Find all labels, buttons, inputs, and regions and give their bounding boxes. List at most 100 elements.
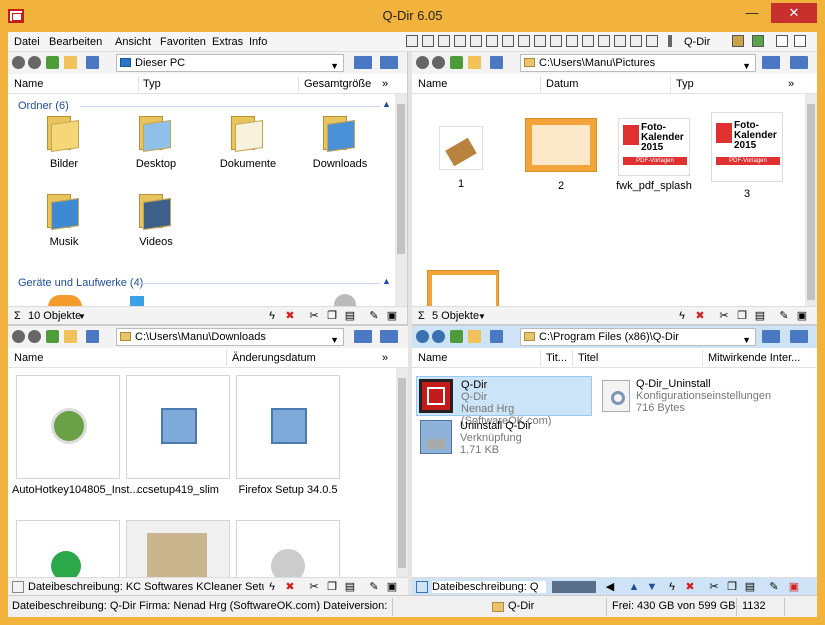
col-size[interactable]: Gesamtgröße	[304, 78, 371, 90]
up-icon[interactable]	[46, 56, 59, 69]
view-select-icon[interactable]	[762, 56, 780, 69]
layout-11-icon[interactable]	[566, 35, 578, 47]
dropdown-icon[interactable]: ▼	[742, 58, 751, 74]
view-select-icon[interactable]	[762, 330, 780, 343]
properties-icon[interactable]: ▣	[386, 581, 398, 593]
dropdown-icon[interactable]: ▼	[78, 312, 86, 321]
up-icon[interactable]	[450, 330, 463, 343]
more-columns-icon[interactable]: »	[382, 78, 388, 90]
favorites-icon[interactable]	[732, 35, 744, 47]
view-mode-icon[interactable]	[490, 330, 503, 343]
delete-icon[interactable]: ✖	[694, 310, 706, 322]
object-count[interactable]: 10 Objekte	[28, 310, 81, 322]
pane-top-left[interactable]: Dieser PC ▼ Name Typ Gesamtgröße » Ordne…	[8, 52, 408, 324]
address-bar[interactable]: C:\Users\Manu\Downloads ▼	[116, 328, 344, 346]
close-button[interactable]: ✕	[771, 3, 817, 23]
more-columns-icon[interactable]: »	[382, 352, 388, 364]
properties-icon[interactable]: ▣	[796, 310, 808, 322]
forward-icon[interactable]	[432, 56, 445, 69]
layout-1-icon[interactable]	[406, 35, 418, 47]
qdir-menu-label[interactable]: Q-Dir	[684, 36, 710, 48]
layout-8-icon[interactable]	[518, 35, 530, 47]
address-bar[interactable]: Dieser PC ▼	[116, 54, 344, 72]
layout-3-icon[interactable]	[438, 35, 450, 47]
folder-desktop[interactable]: Desktop	[124, 116, 188, 170]
menu-info[interactable]: Info	[249, 36, 267, 48]
cut-icon[interactable]: ✂	[308, 581, 320, 593]
up-arrow-icon[interactable]: ▲	[628, 581, 640, 593]
new-folder-icon[interactable]	[64, 56, 77, 69]
view-select-icon[interactable]	[354, 56, 372, 69]
properties-icon[interactable]: ▣	[386, 310, 398, 322]
windows-drive-icon[interactable]	[130, 296, 144, 306]
filter-field[interactable]	[552, 581, 596, 593]
lightning-icon[interactable]: ϟ	[266, 581, 278, 593]
menu-ansicht[interactable]: Ansicht	[115, 36, 151, 48]
group-folders[interactable]: Ordner (6)	[18, 100, 69, 112]
scrollbar[interactable]	[805, 94, 817, 306]
layout-10-icon[interactable]	[550, 35, 562, 47]
rename-icon[interactable]: ✎	[368, 310, 380, 322]
file-card-4[interactable]	[16, 520, 120, 581]
new-folder-icon[interactable]	[64, 330, 77, 343]
layout-15-icon[interactable]	[630, 35, 642, 47]
view-mode-icon[interactable]	[86, 56, 99, 69]
rename-icon[interactable]: ✎	[768, 581, 780, 593]
folder-bilder[interactable]: Bilder	[32, 116, 96, 170]
folder-videos[interactable]: Videos	[124, 194, 188, 248]
view-options-icon[interactable]	[790, 56, 808, 69]
down-arrow-icon[interactable]: ▼	[646, 581, 658, 593]
col-name[interactable]: Name	[14, 78, 43, 90]
copy-icon[interactable]: ❐	[326, 581, 338, 593]
address-bar[interactable]: C:\Users\Manu\Pictures ▼	[520, 54, 756, 72]
layout-4-icon[interactable]	[454, 35, 466, 47]
view-select-icon[interactable]	[354, 330, 372, 343]
menu-favoriten[interactable]: Favoriten	[160, 36, 206, 48]
file-card-5[interactable]	[126, 520, 230, 580]
layout-14-icon[interactable]	[614, 35, 626, 47]
menu-extras[interactable]: Extras	[212, 36, 243, 48]
layout-12-icon[interactable]	[582, 35, 594, 47]
new-folder-icon[interactable]	[468, 330, 481, 343]
dropdown-icon[interactable]: ▼	[742, 332, 751, 348]
view-mode-icon[interactable]	[490, 56, 503, 69]
cut-icon[interactable]: ✂	[718, 310, 730, 322]
star-icon[interactable]	[752, 35, 764, 47]
col-modified[interactable]: Änderungsdatum	[232, 352, 316, 364]
copy-icon[interactable]: ❐	[726, 581, 738, 593]
col-type[interactable]: Typ	[676, 78, 694, 90]
scroll-thumb[interactable]	[398, 378, 406, 568]
qdir-tool-icon[interactable]	[668, 35, 672, 47]
paste-icon[interactable]: ▤	[744, 581, 756, 593]
rename-icon[interactable]: ✎	[778, 310, 790, 322]
layout-9-icon[interactable]	[534, 35, 546, 47]
collapse-icon[interactable]: ▲	[382, 99, 391, 109]
list-item-qdir[interactable]: Q-Dir Q-Dir Nenad Hrg (SoftwareOK.com)	[416, 376, 592, 427]
rename-icon[interactable]: ✎	[368, 581, 380, 593]
pane-bottom-right[interactable]: C:\Program Files (x86)\Q-Dir ▼ Name Tit.…	[412, 326, 817, 595]
copy-icon[interactable]: ❐	[326, 310, 338, 322]
view-mode-icon[interactable]	[86, 330, 99, 343]
view-options-icon[interactable]	[380, 56, 398, 69]
minimize-button[interactable]: —	[738, 3, 766, 23]
lightning-icon[interactable]: ϟ	[266, 310, 278, 322]
back-icon[interactable]	[12, 330, 25, 343]
view-options-icon[interactable]	[380, 330, 398, 343]
menu-bearbeiten[interactable]: Bearbeiten	[49, 36, 102, 48]
scrollbar[interactable]	[395, 94, 407, 306]
col-name[interactable]: Name	[418, 78, 447, 90]
scroll-thumb[interactable]	[807, 104, 815, 300]
back-icon[interactable]	[416, 330, 429, 343]
list-item-uninstall-qdir[interactable]: Uninstall Q-Dir Verknüpfung 1,71 KB	[416, 418, 592, 458]
address-bar[interactable]: C:\Program Files (x86)\Q-Dir ▼	[520, 328, 756, 346]
lightning-icon[interactable]: ϟ	[676, 310, 688, 322]
dropdown-icon[interactable]: ▼	[478, 312, 486, 321]
paste-icon[interactable]: ▤	[754, 310, 766, 322]
dropdown-icon[interactable]: ▼	[330, 58, 339, 74]
folder-musik[interactable]: Musik	[32, 194, 96, 248]
view-options-icon[interactable]	[790, 330, 808, 343]
image-item-fwk-pdf-splash[interactable]: Foto-Kalender 2015 PDF-Vorlagen fwk_pdf_…	[604, 118, 704, 192]
paste-icon[interactable]: ▤	[344, 310, 356, 322]
forward-icon[interactable]	[28, 330, 41, 343]
list-item-qdir-uninstall[interactable]: Q-Dir_Uninstall Konfigurationseinstellun…	[596, 376, 796, 416]
